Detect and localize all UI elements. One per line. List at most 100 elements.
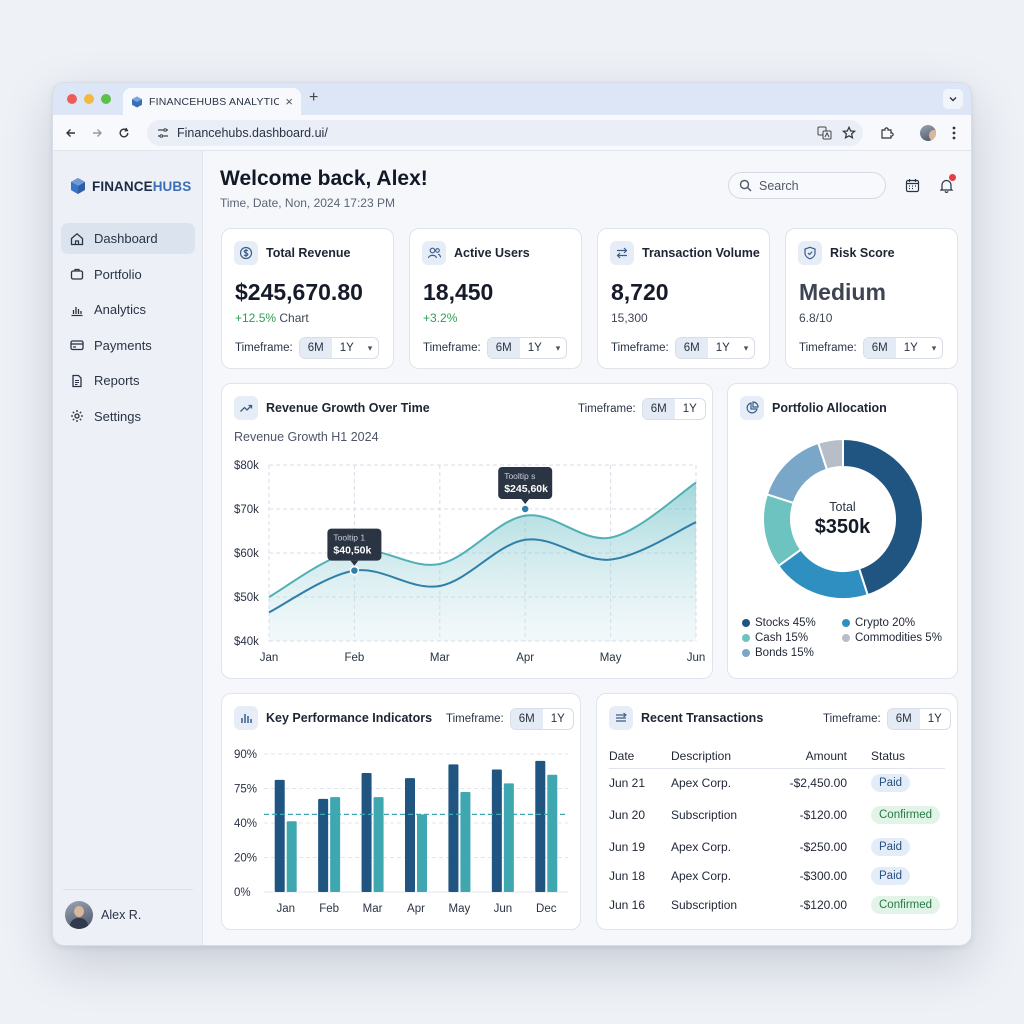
brand-logo[interactable]: FINANCE HUBS <box>69 177 191 195</box>
new-tab-icon[interactable]: + <box>309 89 318 107</box>
reload-icon[interactable] <box>116 125 132 141</box>
timeframe-6m-button[interactable]: 6M <box>487 338 520 358</box>
timeframe-1y-button[interactable]: 1Y <box>920 709 950 729</box>
legend-swatch <box>842 634 850 642</box>
bookmark-star-icon[interactable] <box>840 124 858 142</box>
timeframe-label: Timeframe: <box>611 342 669 354</box>
kpi-bar <box>405 778 415 892</box>
timeframe-toggle: 6M 1Y ▾ <box>862 337 944 359</box>
window-controls <box>67 94 111 104</box>
chevron-down-icon[interactable]: ▾ <box>738 338 755 358</box>
recent-transactions-card: Recent Transactions Timeframe: 6M 1Y Dat… <box>596 693 958 930</box>
search-placeholder: Search <box>759 178 799 193</box>
timeframe-1y-button[interactable]: 1Y <box>520 338 550 358</box>
table-row[interactable]: Jun 21 Apex Corp. -$2,450.00 Paid <box>609 768 945 797</box>
extensions-puzzle-icon[interactable] <box>878 124 896 142</box>
timeframe-selector: Timeframe: 6M 1Y <box>823 708 951 730</box>
table-row[interactable]: Jun 16 Subscription -$120.00 Confirmed <box>609 890 945 919</box>
card-header: Total Revenue <box>234 241 351 265</box>
shield-icon <box>798 241 822 265</box>
timeframe-6m-button[interactable]: 6M <box>675 338 708 358</box>
column-header-description[interactable]: Description <box>671 744 771 769</box>
cell-date: Jun 20 <box>609 807 646 822</box>
sidebar-item-portfolio[interactable]: Portfolio <box>61 259 195 290</box>
stat-card-risk-score: Risk Score Medium 6.8/10 Timeframe: 6M 1… <box>785 228 958 369</box>
x-tick-label: Feb <box>319 903 339 915</box>
url-field[interactable]: Financehubs.dashboard.ui/ <box>147 120 863 146</box>
main-content: Welcome back, Alex! Time, Date, Non, 202… <box>203 151 971 945</box>
cell-status: Paid <box>871 832 945 861</box>
stat-change-note: 15,300 <box>611 311 648 325</box>
legend-label: Cash 15% <box>755 632 809 644</box>
status-badge: Confirmed <box>871 895 941 914</box>
page-subtitle: Time, Date, Non, 2024 17:23 PM <box>220 196 395 210</box>
browser-menu-icon[interactable] <box>945 124 963 142</box>
cell-status: Paid <box>871 861 945 890</box>
timeframe-label: Timeframe: <box>423 342 481 354</box>
notification-bell-icon[interactable] <box>937 174 956 194</box>
status-badge: Confirmed <box>871 805 941 824</box>
sidebar-item-settings[interactable]: Settings <box>61 401 195 432</box>
timeframe-1y-button[interactable]: 1Y <box>708 338 738 358</box>
sidebar-item-reports[interactable]: Reports <box>61 365 195 396</box>
tab-search-button[interactable] <box>943 89 963 109</box>
sidebar-divider <box>63 889 193 890</box>
table-row[interactable]: Jun 18 Apex Corp. -$300.00 Paid <box>609 861 945 890</box>
x-tick-label: Feb <box>344 652 364 664</box>
column-header-status[interactable]: Status <box>871 744 945 769</box>
timeframe-6m-button[interactable]: 6M <box>887 709 920 729</box>
forward-arrow-icon[interactable] <box>89 125 105 141</box>
sidebar-item-payments[interactable]: Payments <box>61 330 195 361</box>
card-title: Recent Transactions <box>641 711 764 725</box>
calendar-icon[interactable] <box>903 176 921 194</box>
stat-change: +12.5% Chart <box>235 311 309 325</box>
maximize-window-button[interactable] <box>101 94 111 104</box>
back-arrow-icon[interactable] <box>63 125 79 141</box>
stat-card-total-revenue: Total Revenue $245,670.80 +12.5% Chart T… <box>221 228 394 369</box>
legend-swatch <box>742 619 750 627</box>
sidebar-item-analytics[interactable]: Analytics <box>61 294 195 325</box>
column-header-date[interactable]: Date <box>609 744 671 769</box>
sidebar-item-dashboard[interactable]: Dashboard <box>61 223 195 254</box>
browser-tab[interactable]: FINANCEHUBS ANALYTICS × <box>123 88 301 115</box>
card-title: Transaction Volume <box>642 246 760 260</box>
close-tab-icon[interactable]: × <box>285 94 293 109</box>
site-info-icon[interactable] <box>157 127 169 139</box>
transactions-table: Date Description Amount Status Jun 21 Ap… <box>609 744 945 919</box>
x-tick-label: Mar <box>363 903 383 915</box>
timeframe-6m-button[interactable]: 6M <box>299 338 332 358</box>
timeframe-1y-button[interactable]: 1Y <box>896 338 926 358</box>
sidebar: FINANCE HUBS Dashboard Portfolio Analytic… <box>53 151 203 945</box>
timeframe-1y-button[interactable]: 1Y <box>332 338 362 358</box>
chevron-down-icon[interactable]: ▾ <box>550 338 567 358</box>
translate-icon[interactable] <box>815 124 833 142</box>
sidebar-item-label: Settings <box>94 408 141 424</box>
timeframe-toggle: 6M 1Y ▾ <box>298 337 380 359</box>
timeframe-6m-button[interactable]: 6M <box>863 338 896 358</box>
cell-status: Confirmed <box>871 890 945 919</box>
cell-amount: -$250.00 <box>799 839 847 854</box>
sidebar-item-label: Dashboard <box>94 231 158 246</box>
search-input[interactable]: Search <box>728 172 886 199</box>
profile-avatar-icon[interactable] <box>919 124 937 142</box>
table-row[interactable]: Jun 20 Subscription -$120.00 Confirmed <box>609 797 945 832</box>
user-profile[interactable]: Alex R. <box>65 901 141 929</box>
portfolio-donut-chart <box>762 437 924 600</box>
tab-bar: FINANCEHUBS ANALYTICS × + <box>53 83 971 115</box>
close-window-button[interactable] <box>67 94 77 104</box>
stat-card-active-users: Active Users 18,450 +3.2% Timeframe: 6M … <box>409 228 582 369</box>
stat-card-transaction-volume: Transaction Volume 8,720 15,300 Timefram… <box>597 228 770 369</box>
dollar-icon <box>234 241 258 265</box>
chevron-down-icon[interactable]: ▾ <box>362 338 379 358</box>
kpi-bar <box>535 760 546 892</box>
y-tick-label: 75% <box>234 784 257 796</box>
table-row[interactable]: Jun 19 Apex Corp. -$250.00 Paid <box>609 832 945 861</box>
chevron-down-icon <box>949 97 957 102</box>
cell-date: Jun 19 <box>609 839 646 854</box>
timeframe-toggle: 6M 1Y <box>886 708 951 730</box>
bar-chart-icon <box>69 302 85 318</box>
minimize-window-button[interactable] <box>84 94 94 104</box>
data-point-marker <box>520 504 530 514</box>
column-header-amount[interactable]: Amount <box>771 744 871 769</box>
chevron-down-icon[interactable]: ▾ <box>926 338 943 358</box>
